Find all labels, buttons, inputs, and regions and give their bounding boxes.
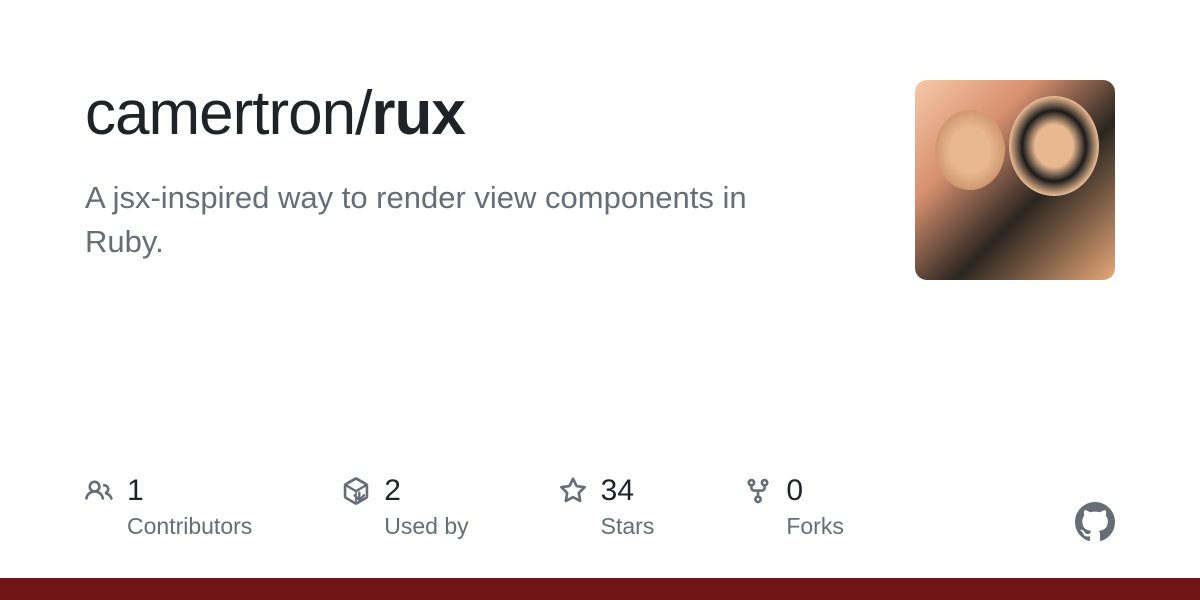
- stat-value: 34: [601, 473, 655, 509]
- stat-contributors[interactable]: 1 Contributors: [85, 473, 252, 540]
- repo-header: camertron/rux A jsx-inspired way to rend…: [0, 0, 1200, 280]
- language-color-bar: [0, 578, 1200, 600]
- stat-label: Stars: [601, 513, 655, 540]
- repo-owner[interactable]: camertron: [85, 79, 355, 148]
- github-logo-icon[interactable]: [1075, 502, 1115, 542]
- stat-value: 0: [786, 473, 844, 509]
- people-icon: [85, 477, 113, 505]
- owner-avatar[interactable]: [915, 80, 1115, 280]
- repo-description: A jsx-inspired way to render view compon…: [85, 176, 805, 263]
- repo-stats: 1 Contributors 2 Used by 34 Stars 0 Fork…: [85, 473, 844, 540]
- repo-slash: /: [355, 79, 371, 148]
- fork-icon: [744, 477, 772, 505]
- stat-content: 2 Used by: [384, 473, 468, 540]
- stat-label: Forks: [786, 513, 844, 540]
- stat-forks[interactable]: 0 Forks: [744, 473, 844, 540]
- stat-stars[interactable]: 34 Stars: [559, 473, 655, 540]
- stat-label: Contributors: [127, 513, 252, 540]
- repo-info: camertron/rux A jsx-inspired way to rend…: [85, 80, 915, 263]
- stat-content: 34 Stars: [601, 473, 655, 540]
- stat-content: 1 Contributors: [127, 473, 252, 540]
- stat-content: 0 Forks: [786, 473, 844, 540]
- repo-name[interactable]: rux: [371, 79, 464, 148]
- package-dependents-icon: [342, 477, 370, 505]
- stat-usedby[interactable]: 2 Used by: [342, 473, 468, 540]
- stat-value: 1: [127, 473, 252, 509]
- repo-title: camertron/rux: [85, 80, 875, 148]
- stat-label: Used by: [384, 513, 468, 540]
- stat-value: 2: [384, 473, 468, 509]
- star-icon: [559, 477, 587, 505]
